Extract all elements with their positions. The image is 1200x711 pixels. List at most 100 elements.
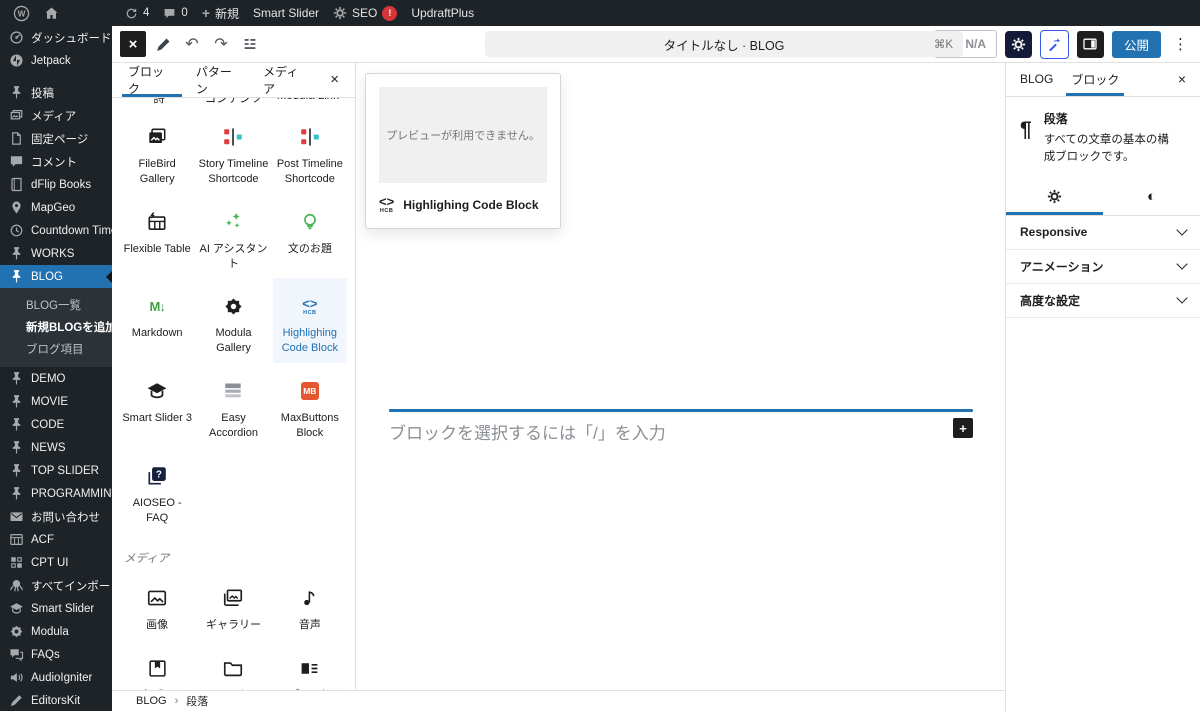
ai-assistant-button[interactable] <box>1040 30 1069 59</box>
sidebar-item-jetpack[interactable]: Jetpack <box>0 49 112 72</box>
sidebar-item-works[interactable]: WORKS <box>0 242 112 265</box>
comments-link[interactable]: 0 <box>156 0 194 26</box>
close-inserter-button[interactable]: × <box>120 31 146 57</box>
seo-notification-badge: ! <box>382 6 397 21</box>
block-highlighting-code-block[interactable]: <>HCBHighlighing Code Block <box>273 278 347 363</box>
subtab-styles[interactable]: ◐ <box>1103 179 1200 215</box>
envelope-icon <box>9 509 24 524</box>
block-ai-assistant[interactable]: AI アシスタント <box>196 194 270 279</box>
accordion-icon <box>222 380 244 402</box>
settings-close-button[interactable]: × <box>1178 71 1186 87</box>
block-audio[interactable]: 音声 <box>273 570 347 640</box>
sidebar-item-news[interactable]: NEWS <box>0 436 112 459</box>
tab-blocks[interactable]: ブロック <box>128 62 176 97</box>
block-image[interactable]: 画像 <box>120 570 194 640</box>
pin-icon <box>9 269 24 284</box>
breadcrumb-root[interactable]: BLOG <box>136 695 167 707</box>
options-menu-button[interactable]: ⋮ <box>1169 35 1192 53</box>
block-aioseo-faq[interactable]: AIOSEO - FAQ <box>120 448 194 533</box>
block-gallery[interactable]: ギャラリー <box>196 570 270 640</box>
add-block-button[interactable]: + <box>953 418 973 438</box>
block-writing-prompt[interactable]: 文のお題 <box>273 194 347 279</box>
block-maxbuttons[interactable]: MBMaxButtons Block <box>273 363 347 448</box>
sidebar-item-dashboard[interactable]: ダッシュボード <box>0 26 112 49</box>
tab-document-blog[interactable]: BLOG <box>1020 62 1053 96</box>
sidebar-item-smart-slider[interactable]: Smart Slider <box>0 597 112 620</box>
sidebar-item-media[interactable]: メディア <box>0 104 112 127</box>
block-cover[interactable]: カバー <box>120 640 194 690</box>
submenu-item-add-new-blog[interactable]: 新規BLOGを追加 <box>0 316 112 338</box>
seo-link[interactable]: SEO ! <box>326 0 404 26</box>
panel-animation[interactable]: アニメーション <box>1006 250 1200 284</box>
tab-media[interactable]: メディア <box>263 62 310 97</box>
sidebar-item-audioigniter[interactable]: AudioIgniter <box>0 666 112 689</box>
sidebar-item-blog[interactable]: BLOG <box>0 265 112 288</box>
graduation-cap-icon <box>9 601 24 616</box>
sidebar-item-pages[interactable]: 固定ページ <box>0 127 112 150</box>
sidebar-item-posts[interactable]: 投稿 <box>0 81 112 104</box>
tab-patterns[interactable]: パターン <box>196 62 243 97</box>
sidebar-item-top-slider[interactable]: TOP SLIDER <box>0 459 112 482</box>
sidebar-item-programming[interactable]: PROGRAMMING <box>0 482 112 505</box>
submenu-item-blog-list[interactable]: BLOG一覧 <box>0 294 112 316</box>
panel-responsive[interactable]: Responsive <box>1006 216 1200 250</box>
media-icon <box>9 108 24 123</box>
redo-button[interactable]: ↷ <box>209 31 233 57</box>
block-filebird-gallery[interactable]: FileBird Gallery <box>120 109 194 194</box>
wp-logo-menu[interactable] <box>6 0 37 26</box>
sidebar-item-dflip-books[interactable]: dFlip Books <box>0 173 112 196</box>
sidebar-item-acf[interactable]: ACF <box>0 528 112 551</box>
sidebar-item-demo[interactable]: DEMO <box>0 367 112 390</box>
sidebar-item-all-import[interactable]: すべてインポート <box>0 574 112 597</box>
smart-slider-link[interactable]: Smart Slider <box>246 0 326 26</box>
block-modula-gallery[interactable]: Modula Gallery <box>196 278 270 363</box>
media-blocks-grid: 画像 ギャラリー 音声 カバー ファイル メディアとテキスト 動画 TableP… <box>120 570 347 690</box>
aioseo-settings-button[interactable] <box>1005 31 1032 58</box>
list-view-button[interactable] <box>238 31 262 57</box>
sidebar-item-countdown-timer[interactable]: Countdown Timer <box>0 219 112 242</box>
clipped-block-label: コンテンツ <box>196 98 270 106</box>
maxbuttons-icon: MB <box>301 382 319 400</box>
edit-mode-button[interactable] <box>151 31 175 57</box>
sidebar-item-cpt-ui[interactable]: CPT UI <box>0 551 112 574</box>
panel-advanced[interactable]: 高度な設定 <box>1006 284 1200 318</box>
block-smart-slider-3[interactable]: Smart Slider 3 <box>120 363 194 448</box>
paragraph-icon: ¶ <box>1020 119 1032 167</box>
inserter-close-button[interactable]: × <box>330 71 339 88</box>
sidebar-item-comments[interactable]: コメント <box>0 150 112 173</box>
updraftplus-link[interactable]: UpdraftPlus <box>404 0 481 26</box>
sidebar-item-mapgeo[interactable]: MapGeo <box>0 196 112 219</box>
sidebar-item-faqs[interactable]: FAQs <box>0 643 112 666</box>
block-media-text[interactable]: メディアとテキスト <box>273 640 347 690</box>
new-content-link[interactable]: + 新規 <box>195 0 246 26</box>
sidebar-item-editorskit[interactable]: EditorsKit <box>0 689 112 711</box>
site-home-link[interactable] <box>37 0 66 26</box>
sidebar-item-code[interactable]: CODE <box>0 413 112 436</box>
undo-button[interactable]: ↶ <box>180 31 204 57</box>
settings-sidebar-toggle[interactable] <box>1077 31 1104 58</box>
submenu-item-blog-taxonomy[interactable]: ブログ項目 <box>0 338 112 360</box>
subtab-settings[interactable] <box>1006 179 1103 215</box>
block-easy-accordion[interactable]: Easy Accordion <box>196 363 270 448</box>
publish-button[interactable]: 公開 <box>1112 31 1161 58</box>
document-title-bar[interactable]: タイトルなし · BLOG ⌘K <box>485 31 963 57</box>
block-markdown[interactable]: M↓Markdown <box>120 278 194 363</box>
block-story-timeline[interactable]: Story Timeline Shortcode <box>196 109 270 194</box>
wordpress-logo-icon <box>13 5 30 22</box>
sidebar-item-movie[interactable]: MOVIE <box>0 390 112 413</box>
paragraph-placeholder[interactable]: ブロックを選択するには「/」を入力 <box>389 419 666 444</box>
more-icon: ⋮ <box>1173 36 1188 53</box>
sidebar-item-modula[interactable]: Modula <box>0 620 112 643</box>
star-gear-icon <box>223 296 244 317</box>
block-flexible-table[interactable]: Flexible Table <box>120 194 194 279</box>
pin-icon <box>9 246 24 261</box>
updates-link[interactable]: 4 <box>118 0 156 26</box>
comment-count: 0 <box>181 7 187 19</box>
sparkles-icon <box>223 211 244 232</box>
block-file[interactable]: ファイル <box>196 640 270 690</box>
tab-block[interactable]: ブロック <box>1071 62 1119 96</box>
folder-icon <box>222 657 244 679</box>
block-post-timeline[interactable]: Post Timeline Shortcode <box>273 109 347 194</box>
dashboard-icon <box>9 30 24 45</box>
sidebar-item-contact[interactable]: お問い合わせ <box>0 505 112 528</box>
